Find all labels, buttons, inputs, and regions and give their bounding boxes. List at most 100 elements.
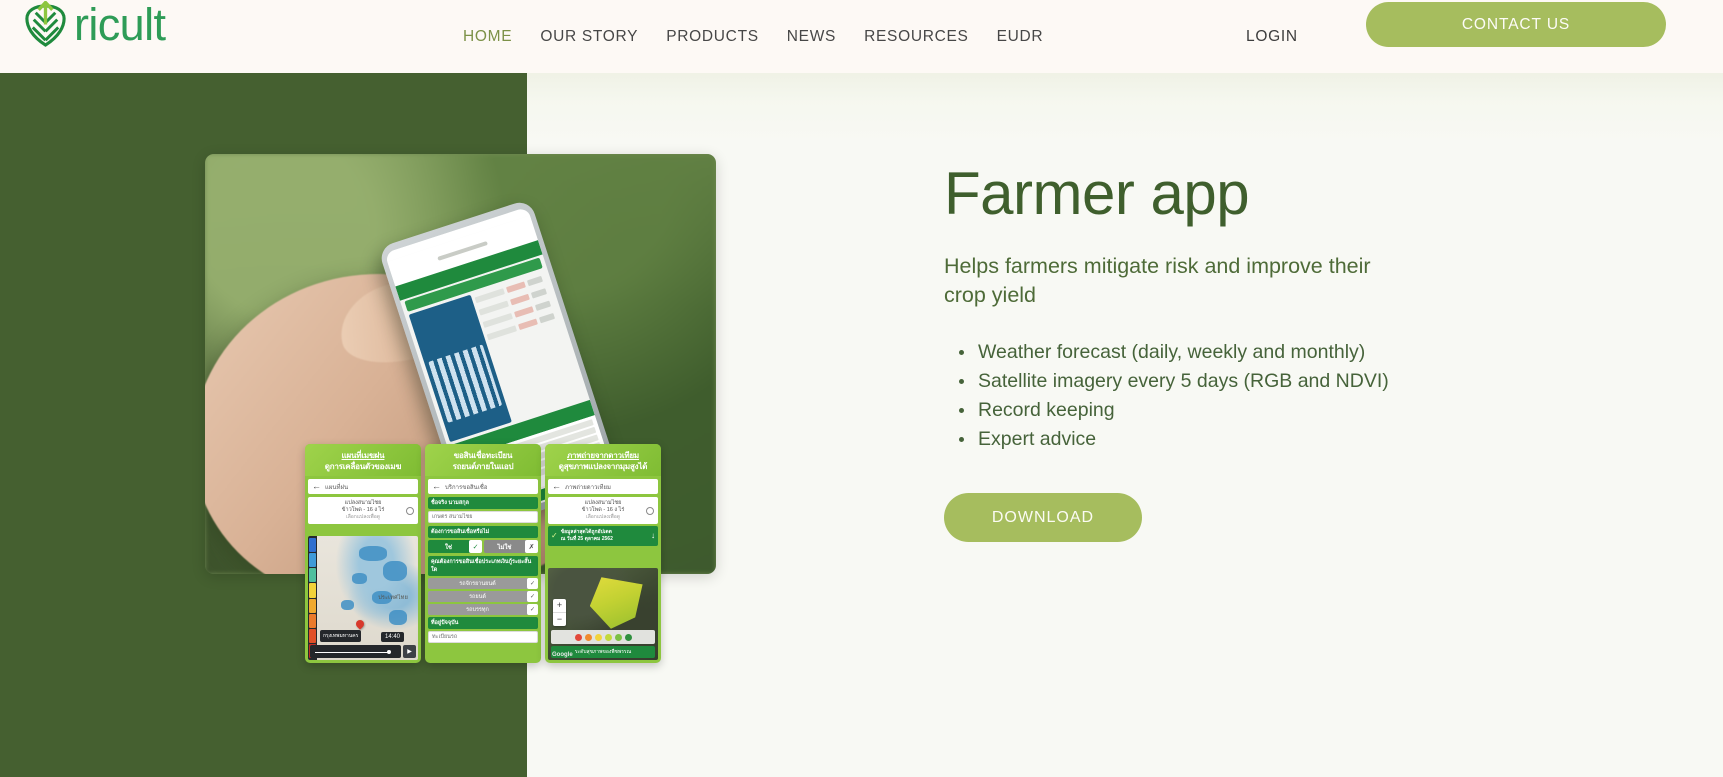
panel-2-yes-label: ใช่ [444,544,452,551]
feature-list: Weather forecast (daily, weekly and mont… [944,338,1564,454]
panel-3-ndvi-legend [551,630,655,644]
main-navigation: HOME OUR STORY PRODUCTS NEWS RESOURCES E… [463,0,1071,73]
hero-subtitle: Helps farmers mitigate risk and improve … [944,254,1371,307]
timeline-slider[interactable] [310,645,401,658]
panel-2-option-label: รถบรรทุก [466,606,489,613]
leaf-arrow-icon [22,1,69,48]
panel-3-field-line2: ข้าวโพด - 16 ง ไร่ [581,507,625,513]
panel-2-footer-label: ที่อยู่ปัจจุบัน [428,617,538,629]
zoom-in-icon[interactable]: + [553,599,566,614]
logo-wordmark: ricult [74,0,166,50]
panel-2-option-row[interactable]: รถยนต์ ✓ [428,591,538,602]
target-pin-icon [406,506,414,515]
map-zoom-controls[interactable]: + − [553,599,566,627]
feature-list-item: Record keeping [959,396,1564,425]
target-pin-icon [646,506,654,515]
hero-section: แผนที่เมฆฝน ดูการเคลื่อนตัวของเมฆ ← แผนท… [0,73,1723,777]
panel-1-heading-line2: ดูการเคลื่อนตัวของเมฆ [324,462,402,471]
panel-2-name-value: เกษตร สนามไชย [432,514,473,520]
nav-item-products[interactable]: PRODUCTS [666,28,787,46]
panel-1-timeline[interactable]: ▶ [308,643,418,660]
panel-3-legend-label: ระดับสุขภาพของพืชพรรณ [574,649,632,655]
panel-1-heading: แผนที่เมฆฝน ดูการเคลื่อนตัวของเมฆ [305,444,421,476]
check-icon: ✓ [527,591,538,602]
feature-list-item: Weather forecast (daily, weekly and mont… [959,338,1564,367]
download-arrow-icon[interactable]: ↓ [651,532,655,540]
panel-2-yes-option[interactable]: ใช่ ✓ [428,540,482,553]
panel-1-map-country-label: ประเทศไทย [378,595,408,601]
panel-3-app-bar-label: ภาพถ่ายดาวเทียม [565,484,611,491]
panel-3-heading-line1: ภาพถ่ายจากดาวเทียม [566,451,640,460]
panel-3-heading: ภาพถ่ายจากดาวเทียม ดูสุขภาพแปลงจากมุมสูง… [545,444,661,476]
panel-3-body: ← ภาพถ่ายดาวเทียม แปลงสนามไชย ข้าวโพด - … [545,476,661,663]
panel-3-banner-line2: ณ วันที่ 25 ตุลาคม 2562 [560,536,613,542]
app-panel-satellite[interactable]: ภาพถ่ายจากดาวเทียม ดูสุขภาพแปลงจากมุมสูง… [545,444,661,663]
panel-2-question-label: ต้องการขอสินเชื่อหรือไม่ [428,526,538,538]
feature-list-item: Satellite imagery every 5 days (RGB and … [959,367,1564,396]
download-button[interactable]: DOWNLOAD [944,493,1142,542]
back-arrow-icon[interactable]: ← [552,482,561,491]
contact-us-button[interactable]: CONTACT US [1366,2,1666,47]
back-arrow-icon[interactable]: ← [312,482,321,491]
nav-item-news[interactable]: NEWS [787,28,864,46]
site-header: ricult HOME OUR STORY PRODUCTS NEWS RESO… [0,0,1723,73]
panel-1-field-line3: เลือกแปลงเพื่อดู [346,514,380,520]
panel-2-heading-line1: ขอสินเชื่อทะเบียน [453,451,513,460]
panel-1-field-line1: แปลงสนามไชย [344,500,382,506]
app-panel-rain-map[interactable]: แผนที่เมฆฝน ดูการเคลื่อนตัวของเมฆ ← แผนท… [305,444,421,663]
panel-3-heading-line2: ดูสุขภาพแปลงจากมุมสูงได้ [558,462,648,471]
panel-1-time-chip: 14:40 [380,632,404,642]
panel-2-name-input[interactable]: เกษตร สนามไชย [428,511,538,523]
nav-item-resources[interactable]: RESOURCES [864,28,996,46]
panel-2-no-label: ไม่ใช่ [497,544,512,551]
panel-2-address-input[interactable]: ทะเบียนรถ [428,631,538,643]
app-screenshot-panels: แผนที่เมฆฝน ดูการเคลื่อนตัวของเมฆ ← แผนท… [305,444,661,663]
panel-2-options-label: คุณต้องการขอสินเชื่อประเภทเงินกู้ระยะสั้… [428,556,538,576]
panel-2-yes-no-toggle[interactable]: ใช่ ✓ ไม่ใช่ ✗ [428,540,538,553]
panel-3-banner-text: ข้อมูลล่าสุดได้ถูกอัปเดต ณ วันที่ 25 ตุล… [561,529,648,543]
panel-3-update-banner: ✓ ข้อมูลล่าสุดได้ถูกอัปเดต ณ วันที่ 25 ต… [548,526,658,546]
panel-2-heading: ขอสินเชื่อทะเบียน รถยนต์ภายในแอป [425,444,541,476]
feature-list-item: Expert advice [959,425,1564,454]
panel-3-app-bar: ← ภาพถ่ายดาวเทียม [548,479,658,494]
back-arrow-icon[interactable]: ← [432,482,441,491]
check-icon: ✓ [527,604,538,615]
app-panel-loan-form[interactable]: ขอสินเชื่อทะเบียน รถยนต์ภายในแอป ← บริกา… [425,444,541,663]
panel-2-option-row[interactable]: รถบรรทุก ✓ [428,604,538,615]
panel-1-heading-line1: แผนที่เมฆฝน [341,451,385,460]
field-polygon-overlay [589,577,643,629]
panel-1-body: ← แผนที่ฝน แปลงสนามไชย ข้าวโพด - 16 ง ไร… [305,476,421,663]
panel-1-app-bar-label: แผนที่ฝน [325,484,349,491]
login-link[interactable]: LOGIN [1246,28,1298,46]
panel-1-field-line2: ข้าวโพด - 16 ง ไร่ [341,507,385,513]
map-attribution: Google [552,652,573,658]
panel-2-app-bar-label: บริการขอสินเชื่อ [445,484,488,491]
location-pin-icon [354,618,366,630]
nav-item-our-story[interactable]: OUR STORY [540,28,666,46]
close-icon: ✗ [525,540,538,553]
page-title: Farmer app [944,160,1250,227]
panel-3-satellite-image[interactable]: + − ระดับสุขภาพของพืชพรรณ Google [548,568,658,660]
zoom-out-icon[interactable]: − [553,613,566,626]
panel-2-heading-line2: รถยนต์ภายในแอป [452,462,514,471]
hero-text-block: Farmer app Helps farmers mitigate risk a… [944,158,1564,542]
panel-3-field-line3: เลือกแปลงเพื่อดู [586,514,620,520]
play-icon[interactable]: ▶ [403,645,416,658]
panel-2-option-label: รถจักรยานยนต์ [459,580,496,587]
panel-1-app-bar: ← แผนที่ฝน [308,479,418,494]
panel-2-name-label: ชื่อจริง นามสกุล [428,497,538,509]
site-logo[interactable]: ricult [22,0,166,50]
panel-1-color-legend [308,536,317,660]
nav-item-eudr[interactable]: EUDR [997,28,1072,46]
nav-item-home[interactable]: HOME [463,28,540,46]
panel-2-option-label: รถยนต์ [469,593,486,600]
panel-2-address-value: ทะเบียนรถ [432,634,458,640]
panel-1-rain-map[interactable]: ประเทศไทย กรุงเทพมหานคร 14:40 ▶ [308,536,418,660]
check-icon: ✓ [551,531,558,540]
panel-2-no-option[interactable]: ไม่ใช่ ✗ [484,540,538,553]
panel-3-banner-line1: ข้อมูลล่าสุดได้ถูกอัปเดต [560,529,612,535]
check-icon: ✓ [527,578,538,589]
panel-2-option-row[interactable]: รถจักรยานยนต์ ✓ [428,578,538,589]
panel-2-body: ← บริการขอสินเชื่อ ชื่อจริง นามสกุล เกษต… [425,476,541,663]
panel-2-app-bar: ← บริการขอสินเชื่อ [428,479,538,494]
